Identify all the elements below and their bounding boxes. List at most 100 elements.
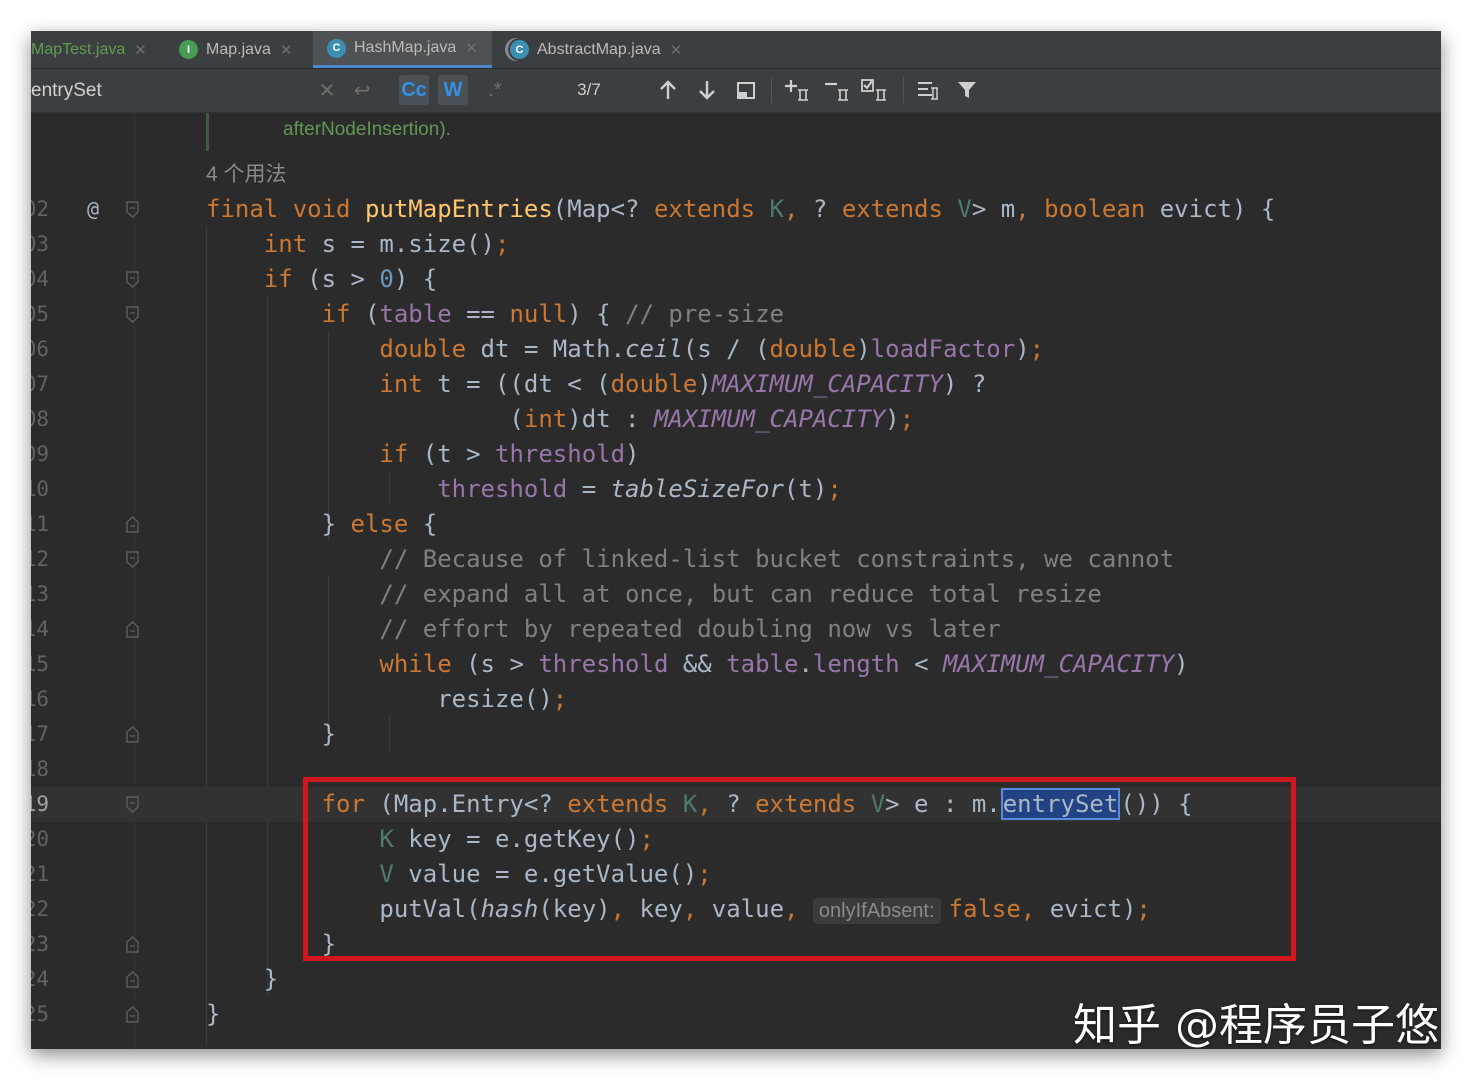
line-number: 21 xyxy=(31,862,49,886)
tab-hashmap[interactable]: C HashMap.java ✕ xyxy=(313,31,492,68)
clear-search-icon[interactable]: ✕ xyxy=(312,75,342,105)
fold-end-icon[interactable] xyxy=(126,516,139,533)
code-line[interactable]: 16 resize(); xyxy=(31,682,1441,717)
code-line[interactable]: 03 int s = m.size(); xyxy=(31,227,1441,262)
line-number: 08 xyxy=(31,407,49,431)
code-line[interactable]: 11 } else { xyxy=(31,507,1441,542)
fold-end-icon[interactable] xyxy=(126,971,139,988)
line-number: 09 xyxy=(31,442,49,466)
fold-end-icon[interactable] xyxy=(126,726,139,743)
code-line[interactable]: 05 if (table == null) { // pre-size xyxy=(31,297,1441,332)
fold-start-icon[interactable] xyxy=(126,551,139,568)
fold-end-icon[interactable] xyxy=(126,621,139,638)
find-bar: ✕ ↩ Cc W .* 3/7 xyxy=(31,69,1441,113)
code-text: (int)dt : MAXIMUM_CAPACITY); xyxy=(206,405,915,433)
close-icon[interactable]: ✕ xyxy=(280,41,293,59)
tab-label: Map.java xyxy=(206,40,271,58)
line-number: 14 xyxy=(31,617,49,641)
close-icon[interactable]: ✕ xyxy=(465,39,478,57)
line-number: 03 xyxy=(31,232,49,256)
line-number: 13 xyxy=(31,582,49,606)
add-occurrence-icon[interactable] xyxy=(783,75,813,105)
doc-comment-bar xyxy=(206,113,209,151)
code-text: while (s > threshold && table.length < M… xyxy=(379,650,1189,678)
close-icon[interactable]: ✕ xyxy=(670,41,683,59)
fold-start-icon[interactable] xyxy=(126,201,139,218)
interface-icon: I xyxy=(179,40,198,59)
tab-map[interactable]: I Map.java ✕ xyxy=(179,31,293,68)
new-line-icon[interactable]: ↩ xyxy=(347,75,377,105)
code-text: threshold = tableSizeFor(t); xyxy=(437,475,842,503)
whole-words-toggle[interactable]: W xyxy=(438,75,468,105)
search-input[interactable] xyxy=(31,69,341,112)
tab-label: AbstractMap.java xyxy=(537,40,661,58)
line-number: 07 xyxy=(31,372,49,396)
regex-toggle[interactable]: .* xyxy=(480,75,510,105)
code-line[interactable]: 08 (int)dt : MAXIMUM_CAPACITY); xyxy=(31,402,1441,437)
code-line[interactable]: 10 threshold = tableSizeFor(t); xyxy=(31,472,1441,507)
code-line[interactable]: 06 double dt = Math.ceil(s / (double)loa… xyxy=(31,332,1441,367)
match-count: 3/7 xyxy=(577,80,601,99)
next-occurrence-icon[interactable] xyxy=(692,75,722,105)
fold-start-icon[interactable] xyxy=(126,271,139,288)
code-text: } xyxy=(206,1000,221,1028)
code-line[interactable]: 13 // expand all at once, but can reduce… xyxy=(31,577,1441,612)
line-number: 04 xyxy=(31,267,49,291)
line-number: 05 xyxy=(31,302,49,326)
code-line[interactable]: 15 while (s > threshold && table.length … xyxy=(31,647,1441,682)
line-number: 06 xyxy=(31,337,49,361)
code-line[interactable]: 12 // Because of linked-list bucket cons… xyxy=(31,542,1441,577)
code-text: } xyxy=(206,965,279,993)
ide-window: MapTest.java ✕ I Map.java ✕ C HashMap.ja… xyxy=(31,31,1441,1049)
close-icon[interactable]: ✕ xyxy=(134,41,147,59)
line-number: 25 xyxy=(31,1002,49,1026)
code-line[interactable]: 04 if (s > 0) { xyxy=(31,262,1441,297)
code-line[interactable]: 14 // effort by repeated doubling now vs… xyxy=(31,612,1441,647)
tab-label: MapTest.java xyxy=(31,40,126,58)
line-number: 15 xyxy=(31,652,49,676)
tab-label: HashMap.java xyxy=(354,39,457,56)
code-text: // expand all at once, but can reduce to… xyxy=(379,580,1102,608)
code-line[interactable]: 07 int t = ((dt < (double)MAXIMUM_CAPACI… xyxy=(31,367,1441,402)
class-icon: C xyxy=(327,38,346,58)
javadoc-fragment: afterNodeInsertion). xyxy=(283,119,451,140)
tab-abstractmap[interactable]: C AbstractMap.java ✕ xyxy=(510,31,682,68)
code-text: // effort by repeated doubling now vs la… xyxy=(379,615,1001,643)
match-case-toggle[interactable]: Cc xyxy=(399,75,429,105)
code-line[interactable]: 02 @ final void putMapEntries(Map<? exte… xyxy=(31,192,1441,227)
fold-start-icon[interactable] xyxy=(126,796,139,813)
toolbar-divider xyxy=(771,77,772,103)
line-number: 17 xyxy=(31,722,49,746)
remove-occurrence-icon[interactable] xyxy=(823,75,853,105)
code-line[interactable]: 09 if (t > threshold) xyxy=(31,437,1441,472)
code-text: double dt = Math.ceil(s / (double)loadFa… xyxy=(379,335,1045,363)
filter-icon[interactable] xyxy=(952,75,982,105)
fold-end-icon[interactable] xyxy=(126,1006,139,1023)
line-number: 02 xyxy=(31,197,49,221)
code-text: if (s > 0) { xyxy=(263,265,438,293)
usages-hint[interactable]: 4 个用法 xyxy=(206,157,287,192)
select-all-occurrences-in-selection-icon[interactable] xyxy=(861,75,891,105)
editor-tab-bar: MapTest.java ✕ I Map.java ✕ C HashMap.ja… xyxy=(31,31,1441,69)
code-text: if (table == null) { // pre-size xyxy=(321,300,785,328)
line-number: 20 xyxy=(31,827,49,851)
fold-start-icon[interactable] xyxy=(126,306,139,323)
code-text: final void putMapEntries(Map<? extends K… xyxy=(206,195,1276,223)
annotation-highlight-box xyxy=(303,777,1296,961)
line-number: 24 xyxy=(31,967,49,991)
overrides-annotation-icon[interactable]: @ xyxy=(87,192,99,227)
filter-search-results-icon[interactable] xyxy=(913,75,943,105)
code-text: resize(); xyxy=(206,685,568,713)
line-number: 22 xyxy=(31,897,49,921)
fold-end-icon[interactable] xyxy=(126,936,139,953)
code-line[interactable]: 17 } xyxy=(31,717,1441,752)
line-number: 10 xyxy=(31,477,49,501)
line-number: 16 xyxy=(31,687,49,711)
previous-occurrence-icon[interactable] xyxy=(653,75,683,105)
line-number: 19 xyxy=(31,792,49,816)
line-number: 23 xyxy=(31,932,49,956)
tab-maptest[interactable]: MapTest.java ✕ xyxy=(31,31,147,68)
select-all-occurrences-icon[interactable] xyxy=(731,75,761,105)
line-number: 12 xyxy=(31,547,49,571)
code-text: int s = m.size(); xyxy=(263,230,510,258)
